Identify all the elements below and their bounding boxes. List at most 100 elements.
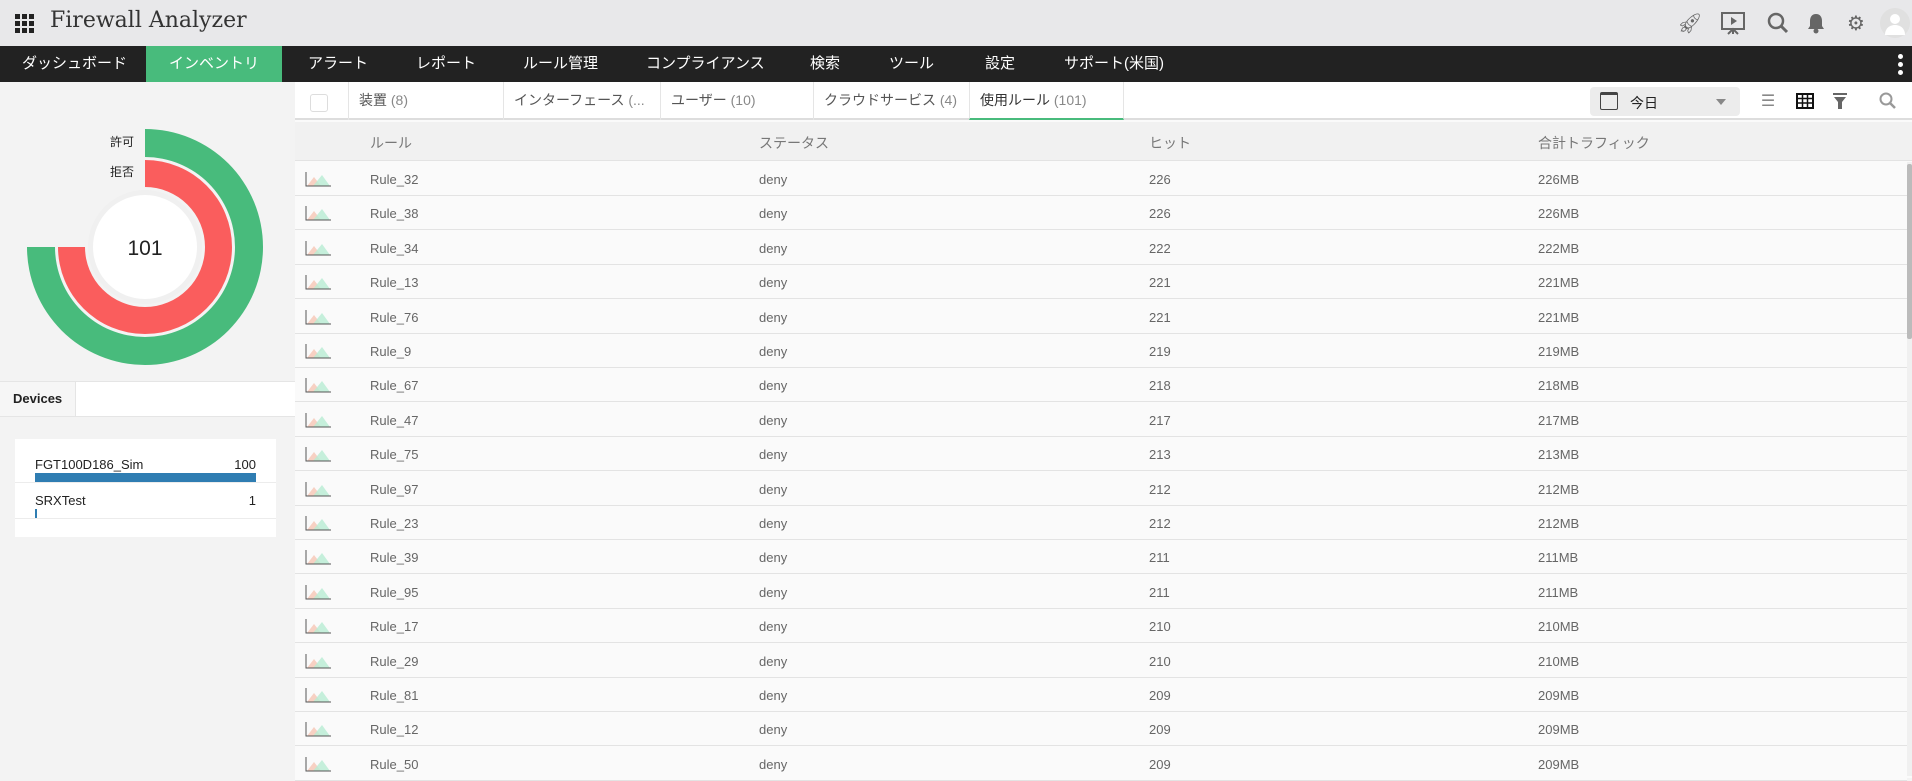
rule-status: deny: [759, 722, 788, 738]
rocket-icon[interactable]: 🚀︎: [1676, 9, 1704, 37]
table-row[interactable]: Rule_29 deny 210 210MB: [295, 643, 1907, 678]
tab-devices-inv[interactable]: 装置 (8): [348, 82, 493, 120]
table-row[interactable]: Rule_38 deny 226 226MB: [295, 196, 1907, 231]
app-header: Firewall Analyzer 🚀︎ ⚙︎: [0, 0, 1912, 46]
col-rule[interactable]: ルール: [370, 133, 412, 153]
tab-cloud-services[interactable]: クラウドサービス (4): [813, 82, 969, 120]
trend-chart-icon[interactable]: [305, 721, 331, 737]
table-row[interactable]: Rule_32 deny 226 226MB: [295, 162, 1907, 196]
trend-chart-icon[interactable]: [305, 756, 331, 772]
table-row[interactable]: Rule_97 deny 212 212MB: [295, 471, 1907, 506]
table-row[interactable]: Rule_47 deny 217 217MB: [295, 402, 1907, 437]
rule-name: Rule_38: [370, 206, 419, 222]
rule-hits: 221: [1149, 275, 1171, 291]
select-all-checkbox[interactable]: [310, 94, 328, 112]
filter-icon[interactable]: [1830, 91, 1850, 111]
scrollbar-thumb[interactable]: [1907, 164, 1912, 339]
table-search-icon[interactable]: [1878, 91, 1898, 111]
tab-devices[interactable]: Devices: [0, 382, 76, 416]
devices-tabbar: Devices: [0, 381, 295, 417]
presentation-icon[interactable]: [1719, 9, 1747, 37]
trend-chart-icon[interactable]: [305, 618, 331, 634]
trend-chart-icon[interactable]: [305, 687, 331, 703]
app-title: Firewall Analyzer: [50, 8, 247, 33]
tab-label: クラウドサービス: [824, 92, 936, 108]
device-item[interactable]: SRXTest 1: [15, 483, 276, 519]
trend-chart-icon[interactable]: [305, 240, 331, 256]
tab-users[interactable]: ユーザー (10): [660, 82, 813, 120]
apps-grid-icon[interactable]: [15, 14, 34, 33]
trend-chart-icon[interactable]: [305, 549, 331, 565]
table-row[interactable]: Rule_39 deny 211 211MB: [295, 540, 1907, 575]
trend-chart-icon[interactable]: [305, 343, 331, 359]
nav-dashboard[interactable]: ダッシュボード: [22, 46, 127, 82]
nav-reports[interactable]: レポート: [416, 46, 476, 82]
rule-name: Rule_9: [370, 344, 412, 359]
rule-name: Rule_81: [370, 688, 419, 703]
bell-icon[interactable]: [1802, 9, 1830, 37]
nav-settings[interactable]: 設定: [985, 46, 1015, 82]
trend-chart-icon[interactable]: [305, 171, 331, 187]
nav-search[interactable]: 検索: [810, 46, 840, 82]
table-row[interactable]: Rule_13 deny 221 221MB: [295, 265, 1907, 300]
tab-label: 装置: [359, 92, 387, 108]
table-row[interactable]: Rule_23 deny 212 212MB: [295, 506, 1907, 540]
device-name: FGT100D186_Sim: [35, 457, 144, 472]
device-item[interactable]: FGT100D186_Sim 100: [15, 447, 276, 483]
col-hits[interactable]: ヒット: [1149, 133, 1191, 153]
rule-status: deny: [759, 172, 788, 187]
rule-status: deny: [759, 481, 788, 497]
nav-rule-management[interactable]: ルール管理: [523, 46, 598, 82]
col-total-traffic[interactable]: 合計トラフィック: [1538, 133, 1650, 153]
tab-count: (4): [939, 92, 958, 108]
table-row[interactable]: Rule_9 deny 219 219MB: [295, 334, 1907, 368]
rule-hits: 217: [1149, 412, 1171, 428]
list-view-icon[interactable]: ☰: [1758, 91, 1778, 111]
grid-view-icon[interactable]: [1795, 91, 1815, 111]
trend-chart-icon[interactable]: [305, 481, 331, 497]
nav-alerts[interactable]: アラート: [308, 46, 368, 82]
trend-chart-icon[interactable]: [305, 515, 331, 531]
nav-compliance[interactable]: コンプライアンス: [646, 46, 765, 82]
rule-hits: 218: [1149, 378, 1171, 394]
inventory-tabs: 装置 (8) インターフェース (... ユーザー (10) クラウドサービス …: [295, 82, 1912, 120]
table-row[interactable]: Rule_81 deny 209 209MB: [295, 678, 1907, 712]
nav-inventory[interactable]: インベントリ: [146, 46, 282, 82]
gear-icon[interactable]: ⚙︎: [1842, 9, 1870, 37]
tab-used-rules[interactable]: 使用ルール (101): [969, 82, 1124, 120]
search-icon[interactable]: [1764, 9, 1792, 37]
table-row[interactable]: Rule_76 deny 221 221MB: [295, 299, 1907, 334]
table-row[interactable]: Rule_34 deny 222 222MB: [295, 230, 1907, 265]
date-range-dropdown[interactable]: 今日: [1590, 87, 1740, 116]
nav-tools[interactable]: ツール: [889, 46, 934, 82]
trend-chart-icon[interactable]: [305, 205, 331, 221]
tab-interfaces[interactable]: インターフェース (...: [503, 82, 660, 120]
rule-status: deny: [759, 240, 788, 256]
table-row[interactable]: Rule_75 deny 213 213MB: [295, 437, 1907, 472]
trend-chart-icon[interactable]: [305, 377, 331, 393]
trend-chart-icon[interactable]: [305, 446, 331, 462]
donut-center-total: 101: [127, 237, 162, 260]
table-row[interactable]: Rule_95 deny 211 211MB: [295, 574, 1907, 609]
col-status[interactable]: ステータス: [759, 133, 829, 153]
chevron-down-icon: [1716, 99, 1726, 110]
rule-status: deny: [759, 516, 788, 531]
trend-chart-icon[interactable]: [305, 584, 331, 600]
rule-name: Rule_17: [370, 619, 419, 635]
device-bar: [35, 473, 256, 482]
trend-chart-icon[interactable]: [305, 274, 331, 290]
trend-chart-icon[interactable]: [305, 412, 331, 428]
date-range-value: 今日: [1630, 95, 1658, 111]
nav-support[interactable]: サポート(米国): [1064, 46, 1164, 82]
table-row[interactable]: Rule_17 deny 210 210MB: [295, 609, 1907, 644]
table-row[interactable]: Rule_50 deny 209 209MB: [295, 746, 1907, 781]
table-row[interactable]: Rule_12 deny 209 209MB: [295, 712, 1907, 747]
trend-chart-icon[interactable]: [305, 653, 331, 669]
rule-traffic: 219MB: [1538, 344, 1580, 359]
tab-count: (...: [628, 92, 645, 108]
more-menu-icon[interactable]: [1898, 54, 1904, 75]
table-row[interactable]: Rule_67 deny 218 218MB: [295, 368, 1907, 403]
user-avatar-icon[interactable]: [1880, 8, 1910, 38]
trend-chart-icon[interactable]: [305, 309, 331, 325]
rule-traffic: 211MB: [1538, 550, 1579, 566]
